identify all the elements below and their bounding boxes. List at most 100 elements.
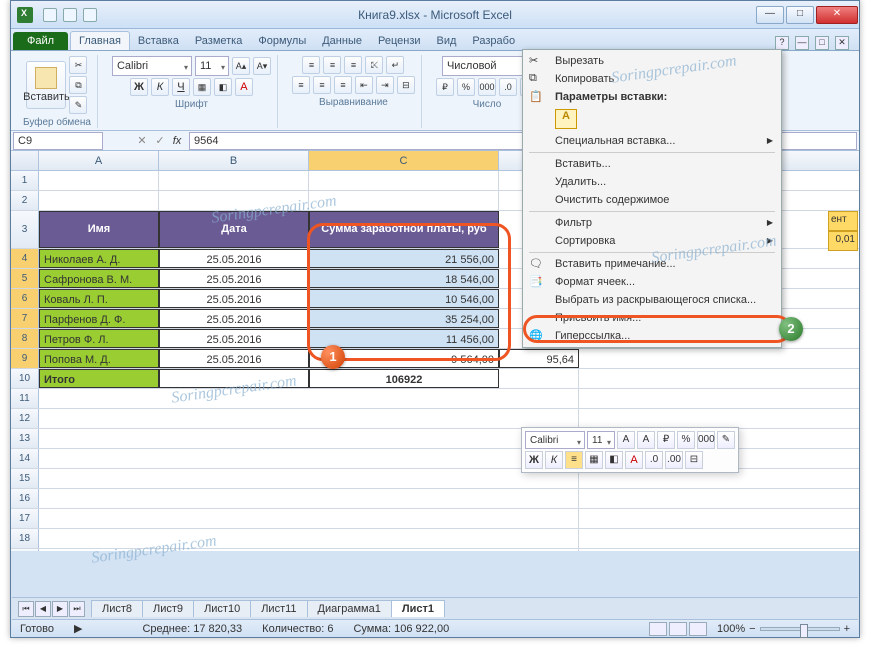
ctx-dropdown[interactable]: Выбрать из раскрывающегося списка... [525,291,779,309]
sheet-tab[interactable]: Лист11 [250,600,307,617]
cell[interactable] [159,369,309,388]
underline-button[interactable]: Ч [172,78,190,96]
fontsize-combo[interactable]: 11 [195,56,229,76]
nav-next-icon[interactable]: ▶ [52,601,68,617]
ctx-insert[interactable]: Вставить... [525,155,779,173]
view-layout-icon[interactable] [669,622,687,636]
ctx-clear[interactable]: Очистить содержимое [525,191,779,209]
ctx-comment[interactable]: 🗨Вставить примечание... [525,255,779,273]
mini-decdec-icon[interactable]: .00 [665,451,683,469]
fill-color-icon[interactable]: ◧ [214,78,232,96]
cell-sum[interactable]: 21 556,00 [309,249,499,268]
header-sum[interactable]: Сумма заработной платы, руб [309,211,499,248]
numfmt-combo[interactable]: Числовой [442,56,532,76]
cell-sum[interactable]: 10 546,00 [309,289,499,308]
ctx-define-name[interactable]: Присвоить имя... [525,309,779,327]
row-hdr[interactable]: 2 [11,191,39,210]
row-hdr[interactable]: 11 [11,389,39,408]
row-hdr[interactable]: 12 [11,409,39,428]
sheet-tab[interactable]: Лист8 [91,600,143,617]
file-tab[interactable]: Файл [13,32,68,50]
cell[interactable] [39,509,579,528]
maximize-button[interactable]: □ [786,6,814,24]
row-hdr[interactable]: 4 [11,249,39,268]
border-icon[interactable]: ▦ [193,78,211,96]
comma-icon[interactable]: 000 [478,78,496,96]
row-hdr[interactable]: 19 [11,549,39,551]
macro-record-icon[interactable]: ▶ [74,622,82,635]
cell-name[interactable]: Петров Ф. Л. [39,329,159,348]
ctx-paste-special[interactable]: Специальная вставка...▶ [525,132,779,150]
cell-total-sum[interactable]: 106922 [309,369,499,388]
ctx-delete[interactable]: Удалить... [525,173,779,191]
ctx-cut[interactable]: ✂Вырезать [525,52,779,70]
zoom-level[interactable]: 100% [717,623,745,635]
cell-side[interactable]: 95,64 [499,349,579,368]
col-C[interactable]: C [309,151,499,170]
ctx-sort[interactable]: Сортировка▶ [525,232,779,250]
inc-dec-icon[interactable]: .0 [499,78,517,96]
bold-button[interactable]: Ж [130,78,148,96]
cell[interactable] [39,191,159,210]
row-hdr[interactable]: 7 [11,309,39,328]
cell-date[interactable]: 25.05.2016 [159,349,309,368]
qat-undo-icon[interactable] [63,8,77,22]
indent-inc-icon[interactable]: ⇥ [376,76,394,94]
wrap-text-icon[interactable]: ↵ [386,56,404,74]
tab-review[interactable]: Рецензи [370,32,429,50]
header-name[interactable]: Имя [39,211,159,248]
row-hdr[interactable]: 1 [11,171,39,190]
orientation-icon[interactable]: ⤪ [365,56,383,74]
cell[interactable] [499,369,579,388]
cell[interactable] [39,449,579,468]
indent-dec-icon[interactable]: ⇤ [355,76,373,94]
sheet-tab[interactable]: Лист9 [142,600,194,617]
cell[interactable] [39,489,579,508]
tab-view[interactable]: Вид [429,32,465,50]
cell[interactable] [39,529,579,548]
tab-layout[interactable]: Разметка [187,32,251,50]
col-B[interactable]: B [159,151,309,170]
sheet-tab[interactable]: Лист10 [193,600,251,617]
tab-data[interactable]: Данные [314,32,370,50]
mini-grow-icon[interactable]: A [617,431,635,449]
cell[interactable] [39,549,579,551]
cell[interactable] [39,171,159,190]
fx-icon[interactable]: fx [169,135,185,147]
cell-date[interactable]: 25.05.2016 [159,309,309,328]
mini-align-center[interactable]: ≡ [565,451,583,469]
paste-button[interactable]: Вставить [26,61,66,109]
nav-last-icon[interactable]: ⏭ [69,601,85,617]
header-date[interactable]: Дата [159,211,309,248]
tab-formulas[interactable]: Формулы [250,32,314,50]
font-color-icon[interactable]: A [235,78,253,96]
row-hdr[interactable]: 16 [11,489,39,508]
zoom-in-icon[interactable]: + [844,623,850,635]
cell-name[interactable]: Сафронова В. М. [39,269,159,288]
close-button[interactable]: ✕ [816,6,858,24]
cell-sum[interactable]: 35 254,00 [309,309,499,328]
row-hdr[interactable]: 5 [11,269,39,288]
cell-name[interactable]: Николаев А. Д. [39,249,159,268]
cell[interactable] [309,191,499,210]
shrink-font-icon[interactable]: A▾ [253,57,271,75]
cell-sum[interactable]: 18 546,00 [309,269,499,288]
currency-icon[interactable]: ₽ [436,78,454,96]
mini-incdec-icon[interactable]: .0 [645,451,663,469]
name-box[interactable] [13,132,103,150]
cell-date[interactable]: 25.05.2016 [159,249,309,268]
align-br-icon[interactable]: ≡ [334,76,352,94]
tab-insert[interactable]: Вставка [130,32,187,50]
sheet-tab[interactable]: Диаграмма1 [307,600,392,617]
mini-currency-icon[interactable]: ₽ [657,431,675,449]
ctx-copy[interactable]: ⧉Копировать [525,70,779,88]
qat-redo-icon[interactable] [83,8,97,22]
tab-developer[interactable]: Разрабо [464,32,523,50]
align-tr-icon[interactable]: ≡ [344,56,362,74]
zoom-slider[interactable] [760,627,840,631]
cell-total-label[interactable]: Итого [39,369,159,388]
col-A[interactable]: A [39,151,159,170]
cell[interactable] [309,171,499,190]
select-all-corner[interactable] [11,151,39,170]
cut-icon[interactable]: ✂ [69,56,87,74]
